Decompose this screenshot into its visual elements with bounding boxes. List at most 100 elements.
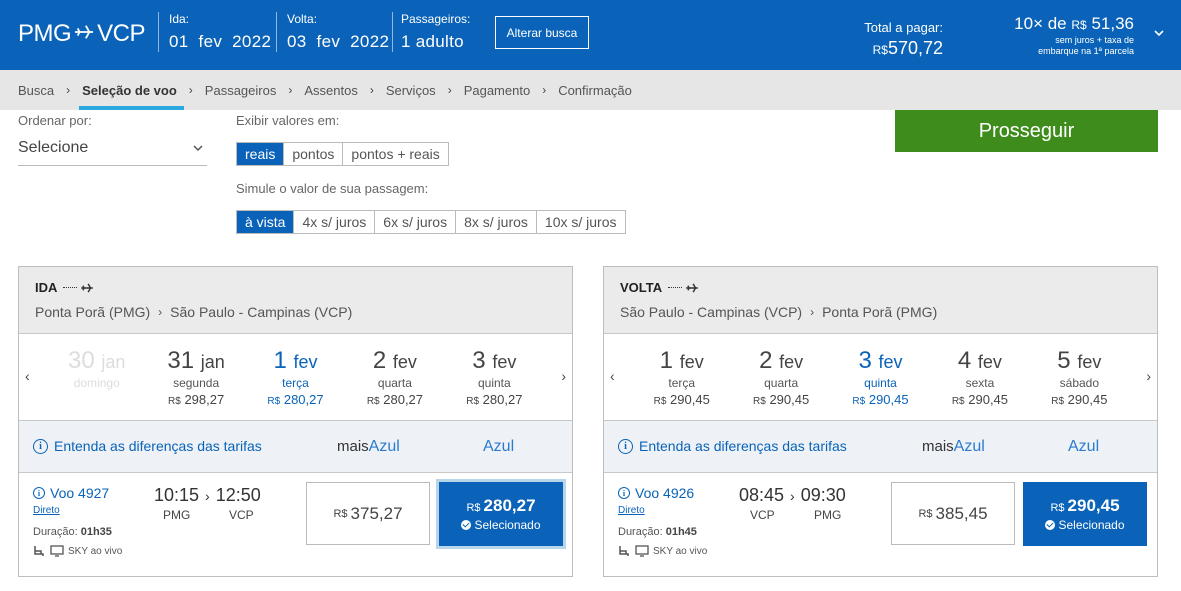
arrival-time: 09:30 — [800, 485, 846, 505]
check-icon — [1045, 520, 1056, 530]
fare-azul-price-selected[interactable]: R$ 290,45 Selecionado — [1023, 482, 1147, 546]
info-icon: i — [618, 487, 630, 499]
volta-panel: VOLTA São Paulo - Campinas (VCP) › Ponta… — [603, 266, 1158, 577]
simulate-option-10x[interactable]: 10x s/ juros — [535, 211, 625, 233]
ida-day[interactable]: 3 fev quinta R$ 280,27 — [445, 334, 544, 420]
departure-airport: PMG — [163, 508, 191, 522]
tv-icon — [50, 545, 64, 557]
flight-number[interactable]: i Voo 4927 — [33, 485, 109, 501]
day-month: fev — [492, 352, 517, 372]
arrival-time: 12:50 — [215, 485, 261, 505]
flight-number-text: Voo 4926 — [635, 485, 695, 501]
volta-day-selected[interactable]: 3 fev quinta R$ 290,45 — [831, 334, 930, 420]
ida-panel-header: IDA Ponta Porã (PMG) › São Paulo - Campi… — [19, 267, 572, 334]
airplane-icon — [81, 283, 94, 292]
day-weekday: terça — [282, 376, 309, 390]
total-amount: R$570,72 — [864, 38, 943, 59]
breadcrumb-selecao-de-voo[interactable]: Seleção de voo — [79, 83, 184, 110]
price-value: 290,45 — [1067, 496, 1120, 515]
price-value: 385,45 — [935, 503, 988, 523]
volta-date-carousel: ‹ 1 fev terça R$ 290,45 2 fev quarta R$ … — [604, 334, 1157, 421]
route-destination: VCP — [97, 20, 146, 47]
airplane-icon — [73, 20, 95, 48]
selected-label: Selecionado — [474, 518, 541, 532]
ida-direction-label: IDA — [35, 280, 58, 295]
simulate-option-a-vista[interactable]: à vista — [237, 211, 294, 233]
fare-differences-link[interactable]: i Entenda as diferenças das tarifas — [33, 438, 262, 454]
fare-maisazul-price[interactable]: R$ 385,45 — [891, 482, 1015, 545]
flight-number-text: Voo 4927 — [50, 485, 110, 501]
chevron-right-icon[interactable]: › — [561, 368, 566, 384]
volta-day[interactable]: 1 fev terça R$ 290,45 — [632, 334, 731, 420]
fare-azul-price-selected[interactable]: R$ 280,27 Selecionado — [439, 482, 563, 546]
simulate-option-8x[interactable]: 8x s/ juros — [455, 211, 536, 233]
fare-differences-link[interactable]: i Entenda as diferenças das tarifas — [618, 438, 847, 454]
breadcrumb-servicos[interactable]: Serviços — [386, 83, 436, 98]
volta-day[interactable]: 2 fev quarta R$ 290,45 — [731, 334, 830, 420]
ida-day[interactable]: 31 jan segunda R$ 298,27 — [146, 334, 245, 420]
day-weekday: sábado — [1059, 376, 1100, 390]
chevron-right-icon: › — [810, 305, 815, 319]
chevron-right-icon: › — [369, 83, 374, 97]
total-value: 570,72 — [887, 38, 943, 58]
proceed-button[interactable]: Prosseguir — [895, 110, 1158, 152]
flight-duration: Duração: 01h35 — [33, 526, 112, 538]
volta-value: 03 fev 2022 — [287, 32, 390, 51]
installments-note-1: sem juros + taxa de — [1055, 35, 1134, 45]
fare-maisazul-price[interactable]: R$ 375,27 — [306, 482, 430, 545]
day-number: 30 — [68, 347, 95, 374]
sort-select[interactable]: Selecione — [18, 131, 207, 166]
chevron-down-icon[interactable] — [1154, 28, 1164, 38]
route-summary: PMG VCP — [18, 20, 146, 48]
direct-link[interactable]: Direto — [33, 505, 60, 516]
volta-label: Volta: — [287, 12, 318, 26]
breadcrumb-busca[interactable]: Busca — [18, 83, 54, 98]
dotted-line — [63, 287, 78, 288]
tv-icon — [635, 545, 649, 557]
simulate-toggle: à vista 4x s/ juros 6x s/ juros 8x s/ ju… — [236, 210, 626, 234]
chevron-right-icon: › — [66, 83, 71, 97]
chevron-right-icon: › — [158, 305, 163, 319]
day-month: jan — [101, 352, 126, 372]
volta-day[interactable]: 5 fev sábado R$ 290,45 — [1030, 334, 1129, 420]
ida-route: Ponta Porã (PMG) › São Paulo - Campinas … — [35, 304, 556, 320]
direct-link[interactable]: Direto — [618, 505, 645, 516]
duration-label: Duração: — [33, 526, 78, 538]
breadcrumb-pagamento[interactable]: Pagamento — [464, 83, 531, 98]
simulate-option-4x[interactable]: 4x s/ juros — [293, 211, 375, 233]
flight-times: 08:45 › 09:30 — [739, 485, 846, 506]
simulate-option-6x[interactable]: 6x s/ juros — [374, 211, 456, 233]
seat-icon — [619, 546, 629, 556]
price-currency: R$ — [466, 502, 481, 514]
flight-number[interactable]: i Voo 4926 — [618, 485, 694, 501]
departure-airport: VCP — [750, 508, 775, 522]
day-price: 290,45 — [968, 392, 1009, 407]
installments-block[interactable]: 10× de R$ 51,36 sem juros + taxa de emba… — [1014, 14, 1134, 56]
volta-day[interactable]: 4 fev sexta R$ 290,45 — [930, 334, 1029, 420]
chevron-left-icon[interactable]: ‹ — [25, 368, 30, 384]
day-weekday: quarta — [377, 376, 412, 390]
chevron-left-icon[interactable]: ‹ — [610, 368, 615, 384]
breadcrumb-assentos[interactable]: Assentos — [304, 83, 357, 98]
day-number: 1 — [659, 347, 674, 374]
departure-time: 10:15 — [154, 485, 200, 505]
day-price: 290,45 — [769, 392, 810, 407]
day-price: 290,45 — [868, 392, 909, 407]
day-month: fev — [293, 352, 318, 372]
ida-day[interactable]: 2 fev quarta R$ 280,27 — [345, 334, 444, 420]
day-number: 3 — [472, 347, 486, 374]
breadcrumb-passageiros[interactable]: Passageiros — [205, 83, 277, 98]
check-icon — [461, 520, 472, 530]
volta-flight-row: i Voo 4926 Direto Duração: 01h45 SKY ao … — [604, 473, 1157, 576]
duration-value: 01h35 — [80, 526, 112, 538]
total-label: Total a pagar: — [864, 20, 943, 35]
display-option-reais[interactable]: reais — [237, 143, 284, 165]
info-icon: i — [33, 438, 48, 454]
ida-day-selected[interactable]: 1 fev terça R$ 280,27 — [246, 334, 345, 420]
display-option-pontos-reais[interactable]: pontos + reais — [342, 143, 448, 165]
breadcrumb-confirmacao[interactable]: Confirmação — [558, 83, 632, 98]
chevron-right-icon[interactable]: › — [1146, 368, 1151, 384]
display-option-pontos[interactable]: pontos — [283, 143, 343, 165]
arrival-airport: VCP — [229, 508, 254, 522]
alter-search-button[interactable]: Alterar busca — [495, 16, 589, 49]
